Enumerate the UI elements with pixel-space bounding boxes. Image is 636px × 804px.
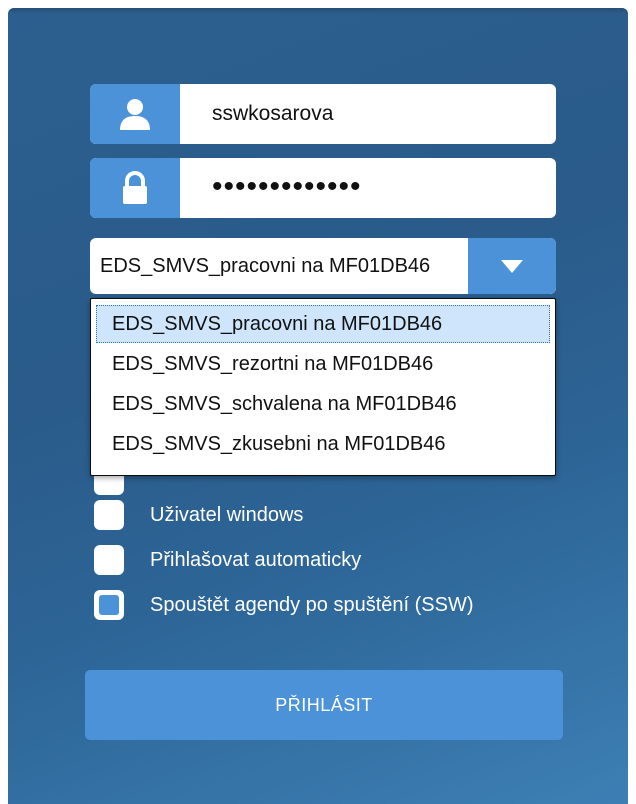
database-option[interactable]: EDS_SMVS_schvalena na MF01DB46 [96,385,550,423]
database-option[interactable]: EDS_SMVS_zkusebni na MF01DB46 [96,425,550,463]
checkbox-row-auto-login[interactable]: Přihlašovat automaticky [94,543,361,577]
database-selected-value[interactable]: EDS_SMVS_pracovni na MF01DB46 [100,238,462,294]
run-agendas-label: Spouštět agendy po spuštění (SSW) [150,593,474,616]
lock-icon [90,158,180,218]
database-option[interactable]: EDS_SMVS_pracovni na MF01DB46 [96,305,550,343]
dropdown-toggle-button[interactable] [468,238,556,294]
auto-login-label: Přihlašovat automaticky [150,548,362,571]
database-select[interactable]: EDS_SMVS_pracovni na MF01DB46 [90,238,556,294]
password-value[interactable]: ••••••••••••• [212,158,362,218]
user-icon [90,84,180,144]
database-dropdown-list: EDS_SMVS_pracovni na MF01DB46 EDS_SMVS_r… [90,298,556,476]
password-field[interactable]: ••••••••••••• [90,158,556,218]
windows-user-label: Uživatel windows [150,503,304,526]
triangle-down-icon [501,259,523,273]
login-panel: sswkosarova ••••••••••••• EDS_SMVS_praco… [8,8,628,804]
run-agendas-checkbox[interactable] [94,590,124,620]
username-value[interactable]: sswkosarova [212,84,333,144]
login-button[interactable]: PŘIHLÁSIT [85,670,563,740]
database-option[interactable]: EDS_SMVS_rezortni na MF01DB46 [96,345,550,383]
windows-user-checkbox[interactable] [94,500,124,530]
checkbox-row-run-agendas[interactable]: Spouštět agendy po spuštění (SSW) [94,588,474,622]
auto-login-checkbox[interactable] [94,545,124,575]
username-field[interactable]: sswkosarova [90,84,556,144]
checkbox-row-windows-user[interactable]: Uživatel windows [94,498,303,532]
